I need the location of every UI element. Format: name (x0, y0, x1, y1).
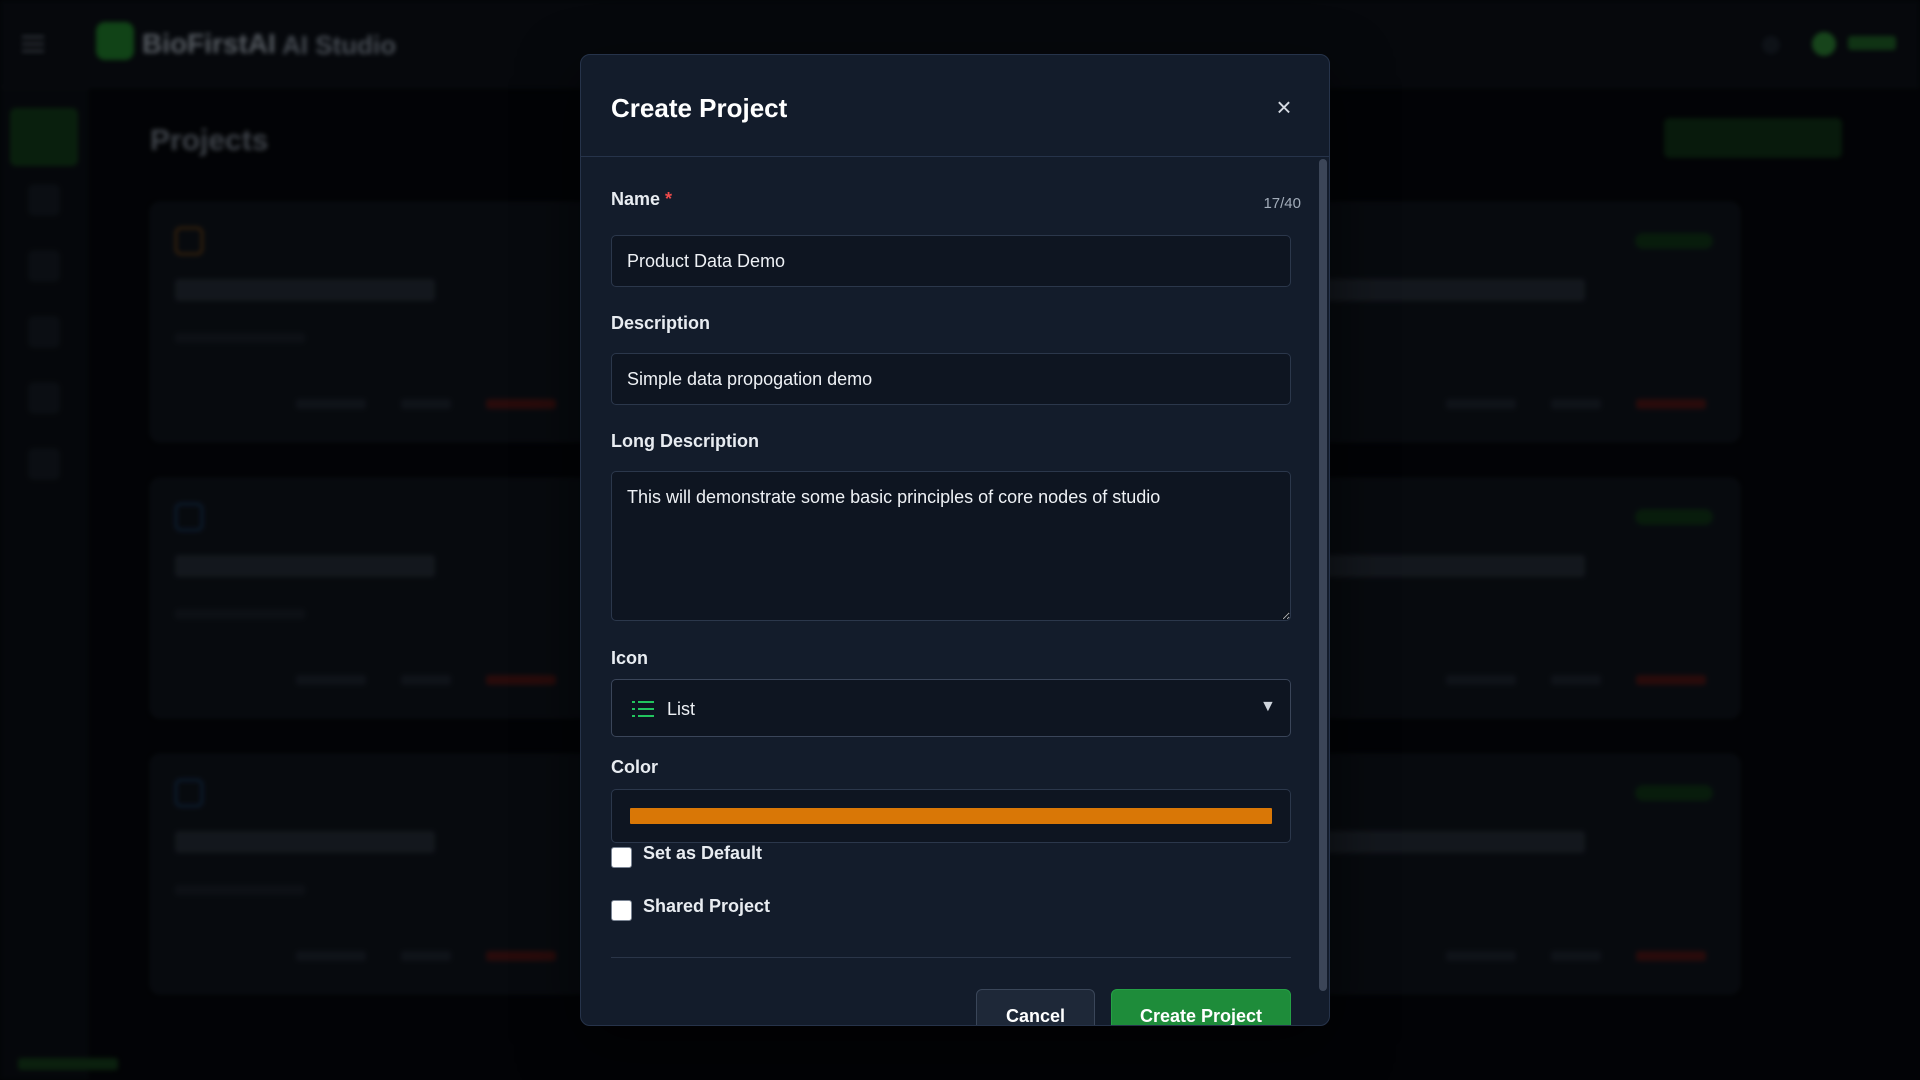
description-input[interactable] (611, 353, 1291, 405)
set-default-checkbox[interactable] (611, 847, 632, 868)
modal-header: Create Project × (581, 55, 1329, 157)
shared-project-label[interactable]: Shared Project (643, 896, 770, 917)
modal-title: Create Project (611, 93, 788, 123)
set-default-label[interactable]: Set as Default (643, 843, 762, 864)
name-label-text: Name (611, 189, 661, 209)
description-label: Description (611, 313, 711, 333)
list-icon (632, 700, 654, 718)
shared-project-checkbox[interactable] (611, 900, 632, 921)
long-description-label: Long Description (611, 431, 759, 451)
footer-divider (611, 957, 1291, 958)
icon-select-value: List (667, 699, 696, 719)
cancel-button[interactable]: Cancel (976, 989, 1095, 1025)
create-project-modal: Create Project × Name * 17/40 Descriptio… (580, 54, 1330, 1026)
name-char-counter: 17/40 (1263, 195, 1301, 212)
color-picker[interactable] (611, 789, 1291, 843)
required-mark: * (665, 189, 673, 209)
modal-scrollbar[interactable] (1319, 159, 1327, 991)
chevron-down-icon: ▼ (1260, 698, 1276, 715)
close-icon[interactable]: × (1269, 93, 1299, 123)
color-swatch[interactable] (630, 808, 1272, 824)
icon-label: Icon (611, 648, 649, 668)
name-input[interactable] (611, 235, 1291, 287)
create-project-button[interactable]: Create Project (1111, 989, 1291, 1025)
icon-select[interactable]: List ▼ (611, 679, 1291, 737)
name-label: Name * (611, 189, 672, 210)
color-label: Color (611, 757, 658, 777)
scrollbar-thumb[interactable] (1319, 159, 1327, 991)
long-description-textarea[interactable]: This will demonstrate some basic princip… (611, 471, 1291, 621)
